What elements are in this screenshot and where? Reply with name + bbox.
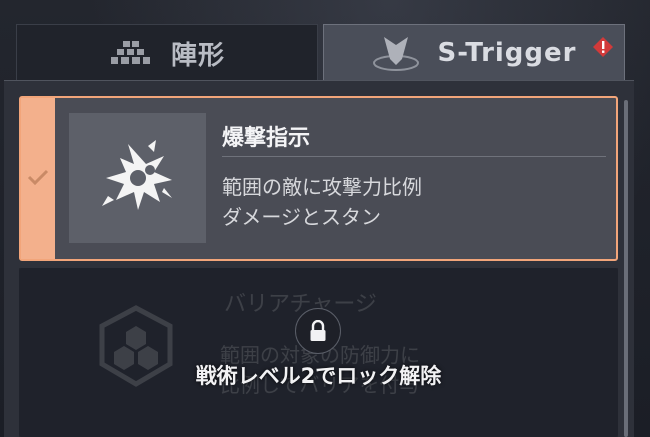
skill-description: 範囲の敵に攻撃力比例 ダメージとスタン bbox=[222, 175, 422, 229]
check-icon bbox=[27, 168, 49, 190]
lock-icon bbox=[295, 308, 341, 354]
formation-blocks-icon bbox=[109, 40, 153, 66]
explosion-icon bbox=[98, 136, 178, 220]
tab-s-trigger-label: S-Trigger bbox=[437, 38, 577, 68]
tab-formation[interactable]: 陣形 bbox=[16, 24, 318, 82]
shield-trigger-icon bbox=[372, 33, 420, 73]
skill-card-bombing[interactable]: 爆撃指示 範囲の敵に攻撃力比例 ダメージとスタン bbox=[19, 96, 618, 261]
divider bbox=[222, 156, 606, 157]
scrollbar[interactable] bbox=[624, 100, 628, 437]
skill-card-barrier-charge[interactable]: バリアチャージ 範囲の対象の防御力に 比例してバリアを付与 戦術レベル2でロック… bbox=[19, 268, 618, 437]
tab-formation-label: 陣形 bbox=[170, 40, 225, 71]
skill-name: 爆撃指示 bbox=[222, 126, 311, 151]
alert-diamond-icon bbox=[592, 35, 614, 65]
tab-s-trigger[interactable]: S-Trigger bbox=[323, 24, 625, 82]
skill-icon-frame bbox=[69, 113, 206, 243]
unlock-condition: 戦術レベル2でロック解除 bbox=[195, 364, 442, 388]
